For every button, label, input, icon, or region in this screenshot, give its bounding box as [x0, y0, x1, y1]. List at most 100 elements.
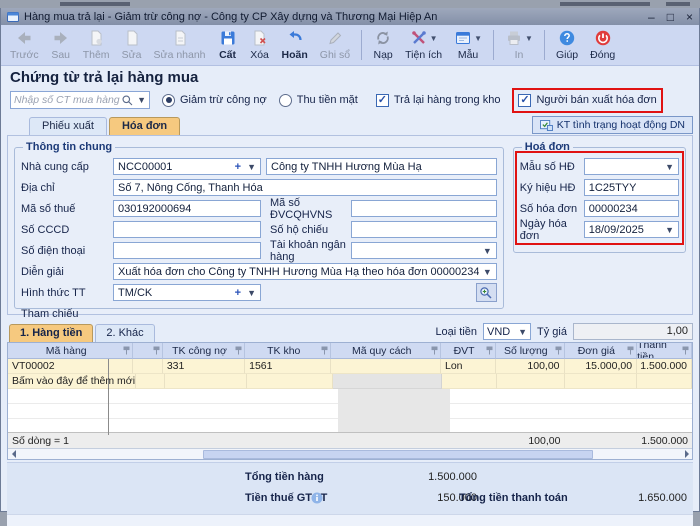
- column-header-3[interactable]: TK kho: [245, 343, 331, 359]
- column-header-7[interactable]: Đơn giá: [565, 343, 638, 359]
- scrollbar-thumb[interactable]: [203, 450, 593, 459]
- checkbox-icon[interactable]: ✓: [518, 94, 531, 107]
- checkbox-icon[interactable]: ✓: [376, 94, 389, 107]
- search-icon[interactable]: [121, 94, 134, 107]
- toolbar-mau-button[interactable]: ▼Mẫu: [449, 28, 487, 62]
- toolbar-tien-ich-button[interactable]: ▼Tiện ích: [400, 28, 447, 62]
- add-payment-icon[interactable]: +: [233, 287, 243, 299]
- column-header-8[interactable]: Thành tiền: [637, 343, 692, 359]
- toolbar-nap-button[interactable]: Nạp: [368, 28, 398, 62]
- bank-account-combo[interactable]: ▼: [351, 242, 497, 259]
- info-icon[interactable]: [311, 492, 323, 504]
- dropdown-icon[interactable]: ▼: [525, 34, 533, 43]
- dropdown-icon[interactable]: ▼: [430, 34, 438, 43]
- cell[interactable]: [136, 374, 165, 389]
- phone-field[interactable]: [113, 242, 261, 259]
- cell[interactable]: 331: [163, 359, 245, 374]
- radio-icon[interactable]: [162, 94, 175, 107]
- zoom-in-button[interactable]: [476, 283, 497, 302]
- invoice-form-combo[interactable]: ▼: [584, 158, 679, 175]
- memo-dropdown-icon[interactable]: ▼: [483, 267, 492, 277]
- toolbar-dong-button[interactable]: Đóng: [585, 28, 620, 62]
- dropdown-icon[interactable]: ▼: [474, 34, 482, 43]
- tab-hoa-don[interactable]: Hóa đơn: [109, 117, 180, 135]
- budget-code-field[interactable]: [351, 200, 497, 217]
- invoice-date-dropdown-icon[interactable]: ▼: [665, 225, 674, 235]
- column-header-5[interactable]: ĐVT: [441, 343, 496, 359]
- grid-add-row[interactable]: Bấm vào đây để thêm mới: [8, 374, 692, 389]
- column-splitter[interactable]: [108, 359, 109, 435]
- invoice-serial-field[interactable]: 1C25TYY: [584, 179, 679, 196]
- pin-icon[interactable]: [321, 346, 328, 355]
- memo-field[interactable]: Xuất hóa đơn cho Công ty TNHH Hương Mùa …: [113, 263, 497, 280]
- column-header-1[interactable]: [133, 343, 162, 359]
- column-header-6[interactable]: Số lượng: [496, 343, 565, 359]
- scroll-right-icon[interactable]: [681, 449, 692, 459]
- invoice-number-field[interactable]: 00000234: [584, 200, 679, 217]
- payment-dropdown-icon[interactable]: ▼: [247, 288, 256, 298]
- horizontal-scrollbar[interactable]: [8, 448, 692, 459]
- cell[interactable]: [247, 374, 333, 389]
- close-icon[interactable]: ×: [686, 11, 693, 23]
- cell[interactable]: Lon: [441, 359, 496, 374]
- toolbar-giup-button[interactable]: Giúp: [551, 28, 583, 62]
- cell[interactable]: [133, 359, 163, 374]
- cell[interactable]: [333, 374, 442, 389]
- pin-icon[interactable]: [123, 346, 130, 355]
- column-header-0[interactable]: Mã hàng: [8, 343, 133, 359]
- column-header-4[interactable]: Mã quy cách: [331, 343, 441, 359]
- tab-hang-tien[interactable]: 1. Hàng tiền: [9, 324, 93, 342]
- pin-icon[interactable]: [555, 346, 562, 355]
- cell[interactable]: [331, 359, 441, 374]
- radio-thu-tien-mat[interactable]: Thu tiền mặt: [279, 94, 358, 107]
- address-field[interactable]: Số 7, Nông Cống, Thanh Hóa: [113, 179, 497, 196]
- tab-khac[interactable]: 2. Khác: [95, 324, 154, 342]
- add-row-hint[interactable]: Bấm vào đây để thêm mới: [8, 374, 136, 389]
- pin-icon[interactable]: [682, 346, 689, 355]
- kt-status-button[interactable]: KT tình trạng hoạt động DN: [532, 116, 693, 134]
- cell[interactable]: [637, 374, 692, 389]
- invoice-date-picker[interactable]: 18/09/2025 ▼: [584, 221, 679, 238]
- search-input[interactable]: ▼: [10, 91, 150, 109]
- cell[interactable]: VT00002: [8, 359, 133, 374]
- radio-giam-tru-cong-no[interactable]: Giảm trừ công nợ: [162, 94, 267, 107]
- pin-icon[interactable]: [235, 346, 242, 355]
- currency-dropdown-icon[interactable]: ▼: [518, 327, 527, 337]
- cell[interactable]: [442, 374, 497, 389]
- tax-code-field[interactable]: 030192000694: [113, 200, 261, 217]
- maximize-icon[interactable]: □: [667, 11, 674, 23]
- passport-field[interactable]: [351, 221, 497, 238]
- minimize-icon[interactable]: –: [648, 11, 655, 23]
- search-field[interactable]: [14, 94, 121, 106]
- cell[interactable]: [497, 374, 565, 389]
- payment-method-combo[interactable]: TM/CK + ▼: [113, 284, 261, 301]
- cccd-field[interactable]: [113, 221, 261, 238]
- pin-icon[interactable]: [486, 346, 493, 355]
- toolbar-xoa-button[interactable]: Xóa: [245, 28, 275, 62]
- pin-icon[interactable]: [153, 346, 160, 355]
- cell[interactable]: [165, 374, 247, 389]
- pin-icon[interactable]: [627, 346, 634, 355]
- cell[interactable]: 1.500.000: [637, 359, 692, 374]
- supplier-code-combo[interactable]: NCC00001 + ▼: [113, 158, 261, 175]
- grid-data-row[interactable]: VT00002 3311561 Lon100,0015.000,001.500.00…: [8, 359, 692, 374]
- search-dropdown-icon[interactable]: ▼: [137, 95, 146, 105]
- cell[interactable]: 100,00: [496, 359, 565, 374]
- add-supplier-icon[interactable]: +: [233, 161, 243, 173]
- bank-dropdown-icon[interactable]: ▼: [483, 246, 492, 256]
- currency-combo[interactable]: VND ▼: [483, 323, 531, 340]
- tab-phieu-xuat[interactable]: Phiếu xuất: [29, 117, 107, 135]
- scroll-left-icon[interactable]: [8, 449, 19, 459]
- cell[interactable]: [565, 374, 637, 389]
- cell[interactable]: 15.000,00: [565, 359, 638, 374]
- toolbar-cat-button[interactable]: Cất: [213, 28, 243, 62]
- cell[interactable]: 1561: [245, 359, 331, 374]
- checkbox-nguoi-ban-xuat-hoa-don[interactable]: ✓ Người bán xuất hóa đơn: [518, 94, 656, 107]
- column-header-2[interactable]: TK công nợ: [163, 343, 245, 359]
- pin-icon[interactable]: [431, 346, 438, 355]
- radio-icon[interactable]: [279, 94, 292, 107]
- grid-empty-area[interactable]: [8, 389, 692, 432]
- supplier-dropdown-icon[interactable]: ▼: [247, 162, 256, 172]
- supplier-name-field[interactable]: Công ty TNHH Hương Mùa Hạ: [266, 158, 497, 175]
- checkbox-tra-lai-hang-trong-kho[interactable]: ✓ Trả lại hàng trong kho: [376, 94, 501, 107]
